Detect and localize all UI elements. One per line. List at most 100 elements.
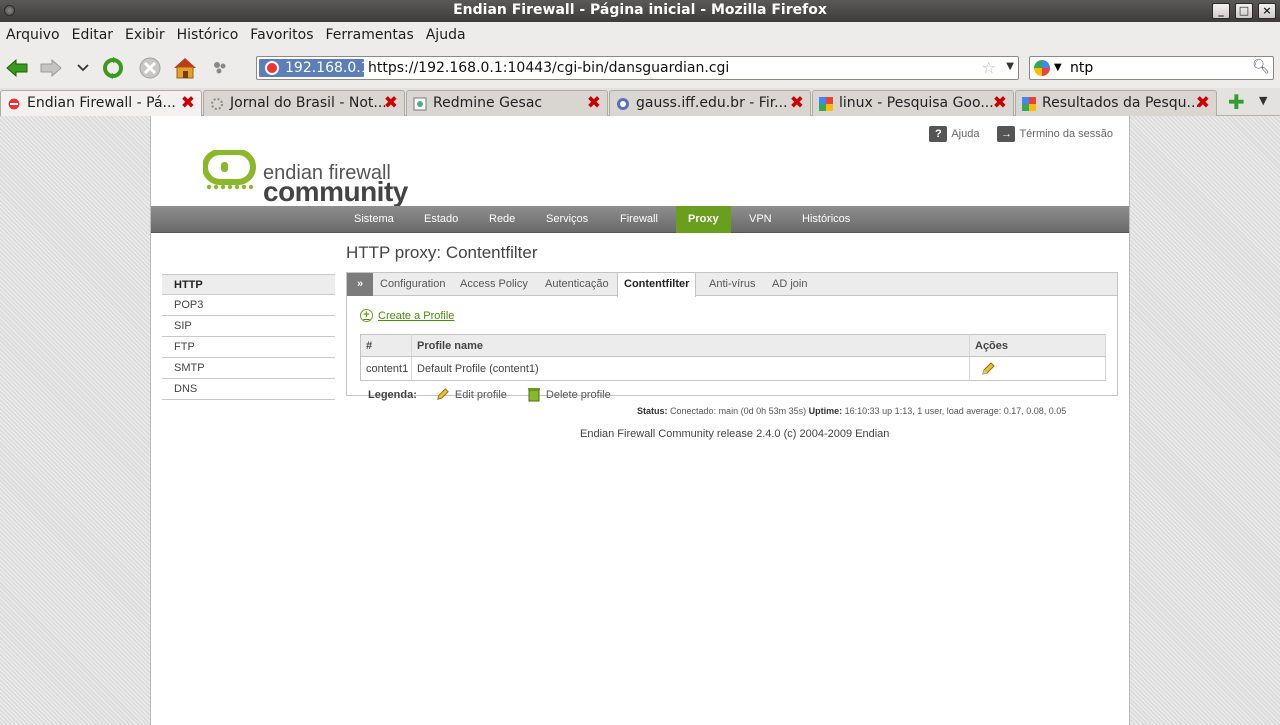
new-tab-icon[interactable]: ✚ xyxy=(1228,90,1245,114)
footer: Endian Firewall Community release 2.4.0 … xyxy=(580,428,890,440)
col-header-id: # xyxy=(360,334,412,357)
search-input[interactable]: ntp xyxy=(1070,59,1093,77)
site-identity-button[interactable]: 192.168.0.1 xyxy=(259,59,370,77)
browser-tab-label: Resultados da Pesqu... xyxy=(1042,95,1200,111)
table-header-row: # Profile name Ações xyxy=(360,334,1106,357)
side-menu: HTTP POP3 SIP FTP SMTP DNS xyxy=(162,274,335,400)
google-favicon-icon xyxy=(1022,97,1036,111)
side-item-pop3[interactable]: POP3 xyxy=(162,295,335,316)
create-profile-label: Create a Profile xyxy=(378,309,455,322)
edit-pencil-icon xyxy=(437,388,449,400)
google-engine-icon[interactable] xyxy=(1034,60,1050,76)
page-title: HTTP proxy: Contentfilter xyxy=(346,243,538,262)
nav-sistema[interactable]: Sistema xyxy=(344,206,404,233)
close-tab-icon[interactable]: ✖ xyxy=(1196,91,1210,115)
search-bar[interactable]: ▼ ntp 🔍︎ xyxy=(1029,56,1274,80)
browser-tab[interactable]: linux - Pesquisa Goo... ✖ xyxy=(812,90,1014,116)
endian-page: ? Ajuda → Término da sessão endian firew… xyxy=(150,116,1130,725)
profiles-table: # Profile name Ações content1 Default Pr… xyxy=(360,334,1106,381)
menu-arquivo[interactable]: Arquivo xyxy=(6,27,60,43)
loading-spinner-icon xyxy=(211,98,223,110)
close-tab-icon[interactable]: ✖ xyxy=(587,91,601,115)
gauss-favicon-icon xyxy=(617,98,629,110)
help-link-label: Ajuda xyxy=(951,128,980,140)
status-label: Status: xyxy=(637,406,668,416)
logout-link-label: Término da sessão xyxy=(1019,128,1113,140)
maximize-button[interactable]: □ xyxy=(1235,3,1253,19)
nav-rede[interactable]: Rede xyxy=(479,206,525,233)
window-menu-icon[interactable] xyxy=(4,5,15,16)
close-tab-icon[interactable]: ✖ xyxy=(993,91,1007,115)
side-item-dns[interactable]: DNS xyxy=(162,379,335,400)
trash-can-icon xyxy=(527,388,540,402)
close-tab-icon[interactable]: ✖ xyxy=(181,91,195,115)
side-item-smtp[interactable]: SMTP xyxy=(162,358,335,379)
menu-exibir[interactable]: Exibir xyxy=(125,27,165,43)
url-dropdown-icon[interactable]: ▼ xyxy=(1006,61,1014,72)
legend-label: Legenda: xyxy=(368,388,417,401)
nav-firewall[interactable]: Firewall xyxy=(610,206,668,233)
side-item-ftp[interactable]: FTP xyxy=(162,337,335,358)
menu-favoritos[interactable]: Favoritos xyxy=(250,27,313,43)
menu-editar[interactable]: Editar xyxy=(72,27,113,43)
browser-tab[interactable]: gauss.iff.edu.br - Fir... ✖ xyxy=(609,90,811,116)
menu-historico[interactable]: Histórico xyxy=(177,27,239,43)
main-nav: Sistema Estado Rede Serviços Firewall Pr… xyxy=(151,206,1129,233)
bookmark-star-icon[interactable]: ☆ xyxy=(982,58,996,77)
nav-vpn[interactable]: VPN xyxy=(739,206,782,233)
browser-tab[interactable]: Jornal do Brasil - Not... ✖ xyxy=(203,90,405,116)
table-row: content1 Default Profile (content1) xyxy=(360,356,1106,381)
close-tab-icon[interactable]: ✖ xyxy=(384,91,398,115)
tab-access-policy[interactable]: Access Policy xyxy=(454,273,534,296)
minimize-button[interactable]: _ xyxy=(1212,3,1230,19)
tab-configuration[interactable]: Configuration xyxy=(374,273,451,296)
status-line: Status: Conectado: main (0d 0h 53m 35s) … xyxy=(637,406,1066,416)
close-tab-icon[interactable]: ✖ xyxy=(790,91,804,115)
logout-link[interactable]: → Término da sessão xyxy=(997,126,1113,142)
logo-text-line2: community xyxy=(263,176,408,207)
browser-tab[interactable]: Redmine Gesac ✖ xyxy=(406,90,608,116)
status-value: Conectado: main (0d 0h 53m 35s) xyxy=(670,406,807,416)
nav-proxy[interactable]: Proxy xyxy=(676,206,731,233)
forward-icon[interactable] xyxy=(38,56,64,80)
nav-servicos[interactable]: Serviços xyxy=(536,206,598,233)
tab-ad-join[interactable]: AD join xyxy=(766,273,813,296)
history-dropdown-icon[interactable] xyxy=(72,56,94,80)
create-profile-link[interactable]: + Create a Profile xyxy=(360,309,454,322)
browser-tab-strip: Endian Firewall - Pá... ✖ Jornal do Bras… xyxy=(0,88,1280,117)
menu-ferramentas[interactable]: Ferramentas xyxy=(326,27,414,43)
add-icon: + xyxy=(360,309,373,322)
google-favicon-icon xyxy=(819,97,833,111)
close-window-button[interactable]: × xyxy=(1258,3,1276,19)
list-all-tabs-icon[interactable]: ▼ xyxy=(1259,94,1267,107)
edit-pencil-icon[interactable] xyxy=(980,361,996,377)
url-text[interactable]: https://192.168.0.1:10443/cgi-bin/dansgu… xyxy=(368,59,729,77)
panel-tabs: » Configuration Access Policy Autenticaç… xyxy=(347,273,1117,297)
back-icon[interactable] xyxy=(4,56,30,80)
browser-tab[interactable]: Endian Firewall - Pá... ✖ xyxy=(0,90,202,117)
cell-id: content1 xyxy=(360,356,412,381)
browser-tab-label: linux - Pesquisa Goo... xyxy=(839,95,994,111)
menu-ajuda[interactable]: Ajuda xyxy=(426,27,466,43)
logout-icon: → xyxy=(997,126,1016,142)
reload-icon[interactable] xyxy=(100,56,126,80)
tab-contentfilter[interactable]: Contentfilter xyxy=(617,273,697,297)
stop-icon[interactable] xyxy=(137,56,163,80)
nav-historicos[interactable]: Históricos xyxy=(792,206,860,233)
search-icon[interactable]: 🔍︎ xyxy=(1252,59,1270,75)
url-bar[interactable]: 192.168.0.1 https://192.168.0.1:10443/cg… xyxy=(256,56,1019,80)
extension-icon[interactable] xyxy=(208,56,232,80)
search-engine-dropdown-icon[interactable]: ▼ xyxy=(1054,62,1062,73)
side-item-sip[interactable]: SIP xyxy=(162,316,335,337)
col-header-acoes: Ações xyxy=(969,334,1106,357)
window-titlebar: Endian Firewall - Página inicial - Mozil… xyxy=(0,0,1280,22)
top-links: ? Ajuda → Término da sessão xyxy=(929,126,1113,142)
home-icon[interactable] xyxy=(172,56,198,80)
nav-estado[interactable]: Estado xyxy=(414,206,468,233)
help-link[interactable]: ? Ajuda xyxy=(929,126,979,142)
browser-tab[interactable]: Resultados da Pesqu... ✖ xyxy=(1015,90,1217,116)
side-item-http[interactable]: HTTP xyxy=(162,274,335,295)
collapse-arrow-icon[interactable]: » xyxy=(347,273,373,296)
tab-antivirus[interactable]: Anti-vírus xyxy=(703,273,761,296)
tab-autenticacao[interactable]: Autenticação xyxy=(539,273,615,296)
